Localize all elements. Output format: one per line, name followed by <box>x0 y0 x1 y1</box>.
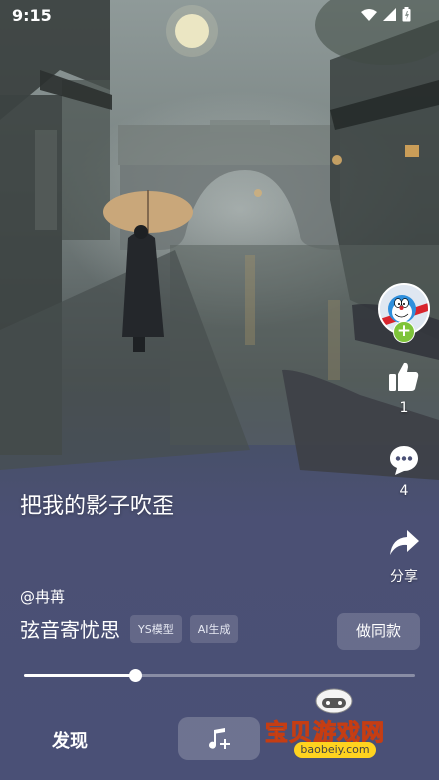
like-count: 1 <box>399 400 409 416</box>
author-handle[interactable]: @冉苒 <box>20 586 65 607</box>
share-arrow-icon <box>390 530 419 555</box>
comment-count: 4 <box>399 483 409 499</box>
thumbs-up-icon <box>389 362 419 391</box>
playback-progress-slider[interactable] <box>24 669 415 682</box>
watermark-url: baobeiy.com <box>294 742 376 758</box>
comment-bubble-icon <box>390 446 418 475</box>
site-watermark: 宝贝游戏网 baobeiy.com <box>262 685 412 780</box>
like-button[interactable]: 1 <box>374 360 434 416</box>
video-title: 把我的影子吹歪 <box>20 494 175 519</box>
ai-generated-tag: AI生成 <box>189 614 239 643</box>
progress-fill <box>24 674 136 677</box>
status-bar: 9:15 <box>0 0 439 34</box>
model-tag: YS模型 <box>130 614 182 643</box>
comment-button[interactable]: 4 <box>374 443 434 499</box>
nav-discover[interactable]: 发现 <box>52 727 88 753</box>
share-label: 分享 <box>390 569 418 585</box>
song-name[interactable]: 弦音寄忧思 <box>20 614 120 643</box>
signal-icon <box>383 8 396 21</box>
song-info: 弦音寄忧思 YS模型 AI生成 <box>20 614 239 643</box>
create-music-button[interactable] <box>178 717 260 760</box>
share-button[interactable]: 分享 <box>374 526 434 586</box>
wifi-icon <box>361 8 377 21</box>
status-icons <box>361 7 411 22</box>
battery-icon <box>402 7 411 22</box>
progress-knob[interactable] <box>129 669 143 682</box>
follow-plus-button[interactable]: + <box>393 321 415 343</box>
creator-avatar-group[interactable]: + <box>378 283 430 343</box>
make-same-button[interactable]: 做同款 <box>337 613 420 650</box>
music-note-add-icon <box>209 727 230 749</box>
status-time: 9:15 <box>12 6 52 25</box>
